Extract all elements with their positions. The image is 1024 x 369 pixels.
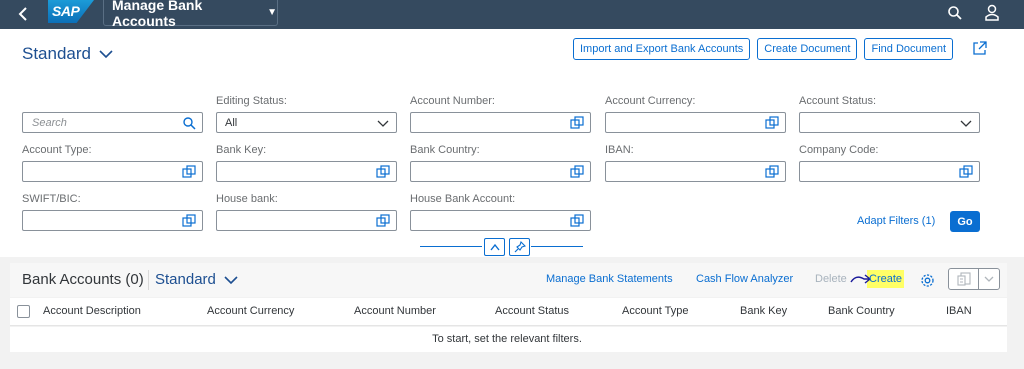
delete-button[interactable]: Delete <box>815 273 847 285</box>
column-header[interactable]: Account Description <box>43 305 141 317</box>
account-status-select[interactable] <box>799 112 980 133</box>
company-code-input[interactable] <box>799 161 980 182</box>
value-help-icon[interactable] <box>570 116 584 130</box>
value-help-icon[interactable] <box>570 214 584 228</box>
column-header[interactable]: IBAN <box>946 305 972 317</box>
value-help-icon[interactable] <box>182 214 196 228</box>
chevron-down-icon <box>377 120 389 127</box>
swift-bic-input[interactable] <box>22 210 203 231</box>
search-icon[interactable] <box>182 116 196 130</box>
account-currency-label: Account Currency: <box>605 95 696 107</box>
account-currency-input[interactable] <box>605 112 786 133</box>
column-header[interactable]: Account Type <box>622 305 688 317</box>
company-code-label: Company Code: <box>799 144 879 156</box>
table-variant-selector[interactable]: Standard <box>155 271 238 288</box>
toolbar-separator <box>148 270 149 290</box>
editing-status-label: Editing Status: <box>216 95 287 107</box>
bank-key-label: Bank Key: <box>216 144 267 156</box>
table-variant-label: Standard <box>155 271 216 288</box>
editing-status-select[interactable]: All <box>216 112 397 133</box>
value-help-icon[interactable] <box>765 165 779 179</box>
column-header[interactable]: Account Number <box>354 305 436 317</box>
house-bank-account-label: House Bank Account: <box>410 193 516 205</box>
value-help-icon[interactable] <box>959 165 973 179</box>
search-input[interactable]: Search <box>22 112 203 133</box>
column-header[interactable]: Bank Country <box>828 305 895 317</box>
app-title: Manage Bank Accounts <box>112 0 203 29</box>
value-help-icon[interactable] <box>182 165 196 179</box>
swift-bic-label: SWIFT/BIC: <box>22 193 81 205</box>
house-bank-input[interactable] <box>216 210 397 231</box>
pin-icon <box>514 241 526 253</box>
column-header[interactable]: Bank Key <box>740 305 787 317</box>
back-icon[interactable] <box>16 5 32 23</box>
select-all-checkbox[interactable] <box>17 305 30 318</box>
account-type-input[interactable] <box>22 161 203 182</box>
account-status-label: Account Status: <box>799 95 877 107</box>
variant-selector[interactable]: Standard <box>22 44 113 64</box>
go-button[interactable]: Go <box>950 211 980 232</box>
bank-country-input[interactable] <box>410 161 591 182</box>
sap-logo[interactable]: SAP <box>48 0 94 23</box>
column-header[interactable]: Account Currency <box>207 305 294 317</box>
account-number-input[interactable] <box>410 112 591 133</box>
create-button[interactable]: Create <box>869 273 902 285</box>
variant-label: Standard <box>22 44 91 63</box>
user-icon[interactable] <box>984 4 1000 22</box>
chevron-down-icon <box>99 50 113 59</box>
chevron-down-icon <box>960 120 972 127</box>
value-help-icon[interactable] <box>376 214 390 228</box>
value-help-icon[interactable] <box>765 116 779 130</box>
no-data-text: To start, set the relevant filters. <box>432 333 582 345</box>
search-icon[interactable] <box>947 5 963 21</box>
collapse-header-button[interactable] <box>484 238 505 256</box>
chevron-down-icon <box>984 276 994 282</box>
export-menu-button[interactable] <box>948 268 1000 290</box>
find-document-button[interactable]: Find Document <box>864 38 954 60</box>
adapt-filters-link[interactable]: Adapt Filters (1) <box>857 215 935 227</box>
header-divider <box>420 246 482 247</box>
account-number-label: Account Number: <box>410 95 495 107</box>
table-title: Bank Accounts (0) <box>22 271 144 288</box>
app-title-menu[interactable]: Manage Bank Accounts ▼ <box>103 0 278 29</box>
value-help-icon[interactable] <box>570 165 584 179</box>
bank-country-label: Bank Country: <box>410 144 480 156</box>
header-divider <box>531 246 583 247</box>
create-document-button[interactable]: Create Document <box>757 38 858 60</box>
iban-input[interactable] <box>605 161 786 182</box>
shell-bar: SAP Manage Bank Accounts ▼ <box>0 0 1024 29</box>
manage-bank-statements-button[interactable]: Manage Bank Statements <box>546 273 673 285</box>
caret-down-icon: ▼ <box>267 7 277 18</box>
account-type-label: Account Type: <box>22 144 92 156</box>
import-export-button[interactable]: Import and Export Bank Accounts <box>573 38 751 60</box>
value-help-icon[interactable] <box>376 165 390 179</box>
share-icon[interactable] <box>972 41 987 56</box>
pin-header-button[interactable] <box>509 238 530 256</box>
iban-label: IBAN: <box>605 144 634 156</box>
chevron-down-icon <box>224 275 238 284</box>
chevron-up-icon <box>489 243 500 251</box>
gear-icon[interactable] <box>920 273 935 288</box>
house-bank-label: House bank: <box>216 193 278 205</box>
column-header[interactable]: Account Status <box>495 305 569 317</box>
cash-flow-analyzer-button[interactable]: Cash Flow Analyzer <box>696 273 793 285</box>
bank-key-input[interactable] <box>216 161 397 182</box>
export-spreadsheet-icon <box>956 272 971 286</box>
house-bank-account-input[interactable] <box>410 210 591 231</box>
